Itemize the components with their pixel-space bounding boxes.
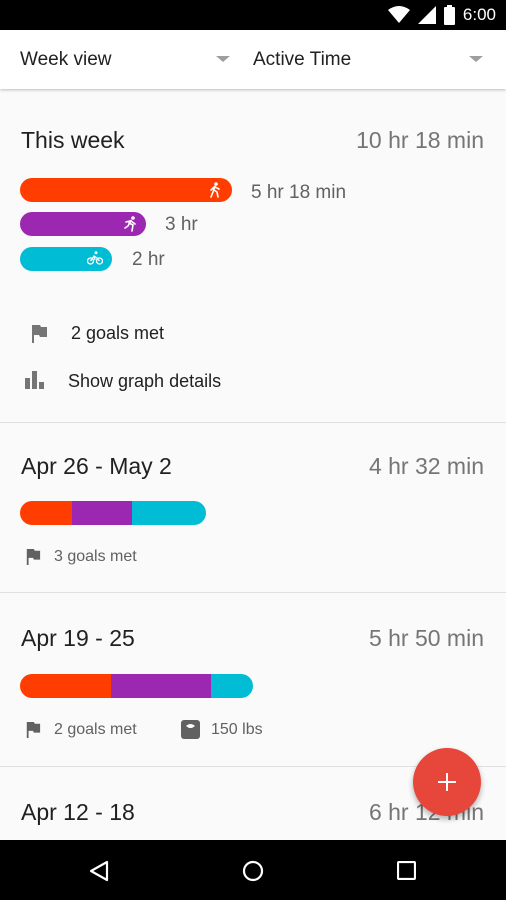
goals-met: 2 goals met xyxy=(54,721,137,738)
walking-segment xyxy=(20,674,111,698)
cycling-value: 2 hr xyxy=(132,249,165,270)
signal-icon xyxy=(417,6,436,24)
battery-icon xyxy=(443,5,455,25)
home-icon[interactable] xyxy=(242,860,264,882)
recents-icon[interactable] xyxy=(397,861,416,880)
running-icon xyxy=(124,216,136,232)
show-graph-details-button[interactable]: Show graph details xyxy=(20,359,280,399)
navigation-bar xyxy=(0,840,506,900)
activity-split-bar xyxy=(20,501,206,525)
running-segment xyxy=(110,674,212,698)
walking-value: 5 hr 18 min xyxy=(251,182,347,203)
flag-icon xyxy=(32,325,47,343)
status-time: 6:00 xyxy=(462,5,496,24)
cycling-icon xyxy=(87,251,103,265)
running-value: 3 hr xyxy=(165,214,198,235)
running-segment xyxy=(72,501,132,525)
walking-bar xyxy=(20,178,232,202)
cycling-segment xyxy=(131,501,206,525)
running-bar xyxy=(20,212,146,236)
card-title: Apr 19 - 25 xyxy=(21,625,135,651)
cycling-segment xyxy=(211,674,253,698)
chevron-down-icon xyxy=(216,56,230,62)
plus-icon xyxy=(438,773,456,791)
toolbar: Week view Active Time xyxy=(0,30,506,89)
activity-split-bar xyxy=(20,674,253,698)
metric-dropdown-label: Active Time xyxy=(253,48,352,70)
view-dropdown-label: Week view xyxy=(20,48,112,70)
card-total: 10 hr 18 min xyxy=(356,127,484,153)
add-activity-button[interactable] xyxy=(413,748,481,816)
card-title: Apr 26 - May 2 xyxy=(21,453,172,479)
card-title: Apr 12 - 18 xyxy=(21,799,135,825)
chevron-down-icon xyxy=(469,56,483,62)
card-total: 4 hr 32 min xyxy=(368,453,484,479)
walking-segment xyxy=(20,501,73,525)
weight-value: 150 lbs xyxy=(211,721,263,738)
flag-icon xyxy=(26,549,41,565)
view-dropdown[interactable]: Week view xyxy=(20,30,232,89)
divider xyxy=(0,592,506,593)
wifi-icon xyxy=(387,6,410,23)
back-icon[interactable] xyxy=(89,860,109,882)
bar-chart-icon xyxy=(25,371,44,389)
status-bar: 6:00 xyxy=(0,0,506,30)
scale-icon xyxy=(181,720,200,739)
card-title: This week xyxy=(21,127,125,153)
week-list[interactable]: This week 10 hr 18 min 5 hr 18 min 3 hr xyxy=(0,89,506,840)
goals-met: 2 goals met xyxy=(71,323,165,343)
show-graph-details-label: Show graph details xyxy=(68,371,222,391)
divider xyxy=(0,422,506,423)
metric-dropdown[interactable]: Active Time xyxy=(253,30,485,89)
walking-icon xyxy=(210,182,220,198)
card-total: 5 hr 50 min xyxy=(368,625,484,651)
goals-met: 3 goals met xyxy=(54,548,137,565)
flag-icon xyxy=(26,722,41,738)
cycling-bar xyxy=(20,247,112,271)
